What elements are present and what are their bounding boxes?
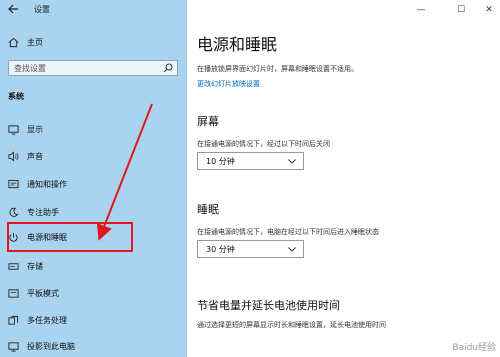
app-title: 设置 [34,5,50,14]
search-placeholder: 查找设置 [14,64,46,73]
sidebar-item-label: 多任务处理 [27,316,67,325]
section-label-system: 系统 [8,92,24,101]
baidu-jingyan-watermark: Baidu经验 [452,343,496,353]
sleep-timeout-dropdown[interactable]: 30 分钟 [197,240,304,258]
main-content: — ☐ ✕ 电源和睡眠 在播放锁屏界面幻灯片时，屏幕和睡眠设置不适用。 更改幻灯… [187,0,500,357]
search-icon [163,63,173,73]
screen-timeout-dropdown[interactable]: 10 分钟 [197,152,304,170]
home-icon [8,37,19,48]
minimize-button[interactable]: — [414,3,428,17]
title-bar: 设置 [0,0,187,20]
battery-description: 通过选择更短的屏幕显示时长和睡眠设置，延长电池使用时间 [197,321,386,329]
sidebar-item-home[interactable]: 主页 [0,34,187,52]
sidebar-item-focus-assist[interactable]: 专注助手 [0,204,187,222]
chevron-down-icon [288,159,296,164]
page-title: 电源和睡眠 [197,35,278,54]
screen-heading: 屏幕 [197,115,219,128]
sleep-timeout-value: 30 分钟 [206,245,235,254]
sidebar-item-display[interactable]: 显示 [0,121,187,139]
screen-description: 在接通电源的情况下，经过以下时间后关闭 [197,140,330,148]
sidebar-item-multitasking[interactable]: 多任务处理 [0,312,187,330]
sidebar-item-label: 显示 [27,125,43,134]
sidebar-item-label: 存储 [27,262,43,271]
chevron-down-icon [288,247,296,252]
sidebar-item-label: 平板模式 [27,289,59,298]
slideshow-note: 在播放锁屏界面幻灯片时，屏幕和睡眠设置不适用。 [197,65,358,73]
storage-icon [8,263,19,270]
tablet-icon [8,289,19,298]
annotation-highlight-box [7,222,133,252]
sidebar-item-label: 投影到此电脑 [27,342,75,351]
back-arrow-icon [8,4,18,14]
project-icon [8,342,19,352]
battery-heading: 节省电量并延长电池使用时间 [197,299,340,312]
moon-icon [9,207,19,217]
search-input[interactable]: 查找设置 [8,60,178,76]
sleep-heading: 睡眠 [197,203,219,216]
multitask-icon [8,315,19,325]
maximize-button[interactable]: ☐ [454,3,468,17]
slideshow-settings-link[interactable]: 更改幻灯片放映设置 [197,79,260,89]
sidebar-item-label: 通知和操作 [27,180,67,189]
sleep-description: 在接通电源的情况下，电脑在经过以下时间后进入睡眠状态 [197,228,379,236]
sidebar-item-project[interactable]: 投影到此电脑 [0,338,187,356]
sidebar: 设置 主页 查找设置 系统 显示 声音 通知和操作 专注助手 电源和睡眠 存储 … [0,0,187,357]
sound-icon [8,151,19,162]
notification-icon [8,179,19,189]
close-button[interactable]: ✕ [482,3,496,17]
display-icon [8,125,19,135]
back-button[interactable] [7,3,21,17]
sidebar-item-label: 主页 [27,38,43,47]
sidebar-item-label: 专注助手 [27,208,59,217]
sidebar-item-storage[interactable]: 存储 [0,258,187,276]
sidebar-item-sound[interactable]: 声音 [0,148,187,166]
sidebar-item-notifications[interactable]: 通知和操作 [0,176,187,194]
screen-timeout-value: 10 分钟 [206,157,235,166]
sidebar-item-tablet-mode[interactable]: 平板模式 [0,285,187,303]
sidebar-item-label: 声音 [27,152,43,161]
